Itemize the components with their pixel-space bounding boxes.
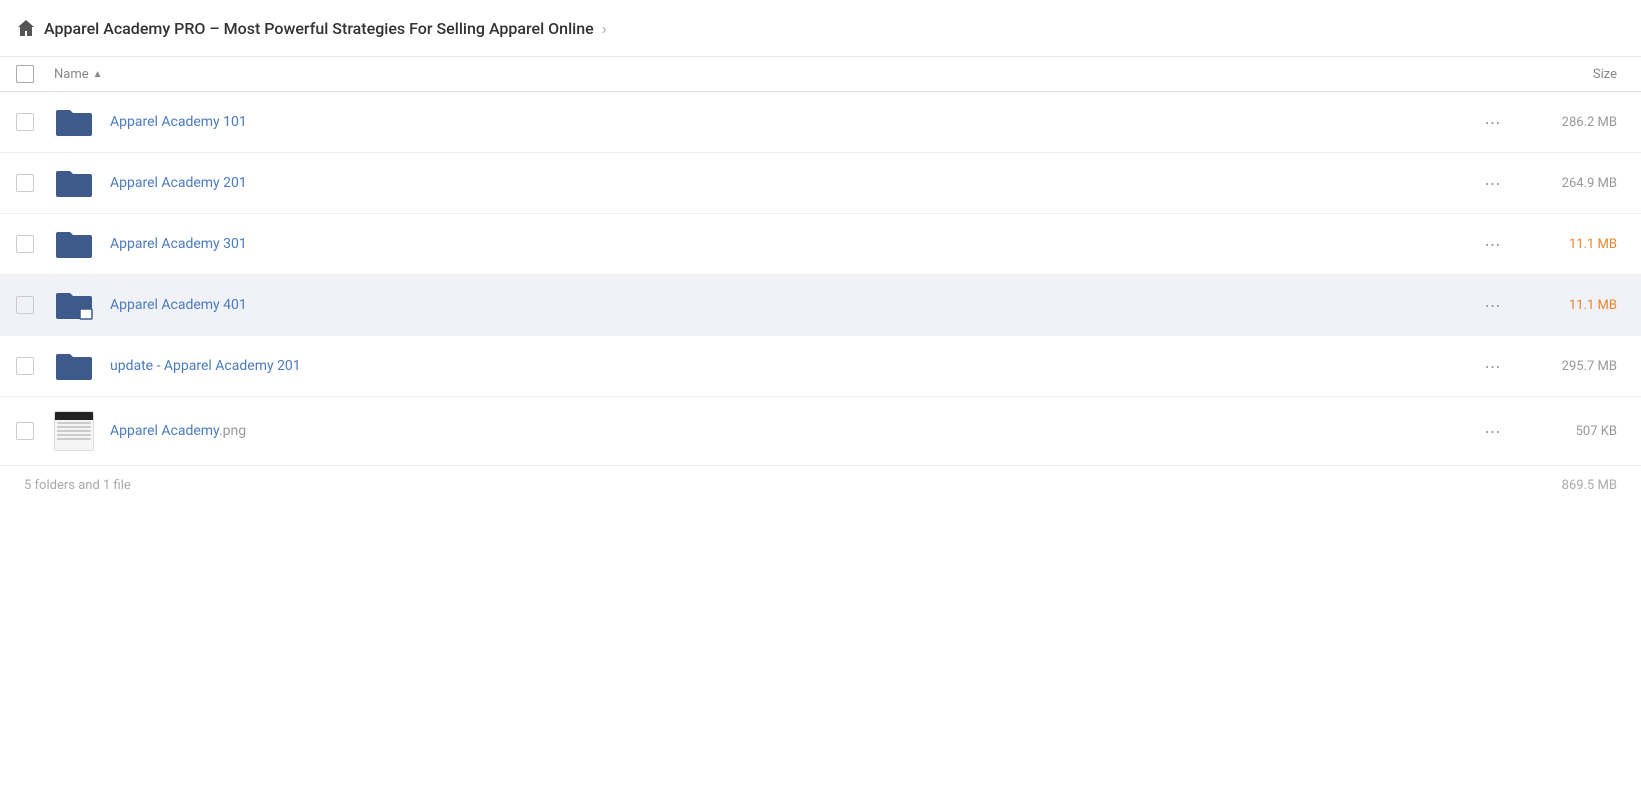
file-name: Apparel Academy.png: [110, 423, 1477, 439]
select-all-checkbox[interactable]: [16, 65, 34, 83]
folder-icon: [54, 106, 94, 138]
file-size: 295.7 MB: [1517, 359, 1617, 374]
file-size: 264.9 MB: [1517, 176, 1617, 191]
file-size: 507 KB: [1517, 424, 1617, 439]
list-item[interactable]: Apparel Academy 201⋯ 264.9 MB: [0, 153, 1641, 214]
file-list: Apparel Academy 101⋯286.2 MB Apparel Aca…: [0, 92, 1641, 466]
file-size: 11.1 MB: [1517, 237, 1617, 252]
name-column-header[interactable]: Name ▲: [54, 67, 1517, 82]
more-options-button[interactable]: ⋯: [1477, 350, 1509, 382]
file-name: Apparel Academy 301: [110, 236, 1477, 252]
folder-icon: [54, 167, 94, 199]
folder-icon: [54, 350, 94, 382]
file-size: 286.2 MB: [1517, 115, 1617, 130]
size-column-header: Size: [1517, 67, 1617, 82]
row-checkbox[interactable]: [16, 296, 34, 314]
row-checkbox[interactable]: [16, 174, 34, 192]
footer: 5 folders and 1 file 869.5 MB: [0, 466, 1641, 505]
more-options-button[interactable]: ⋯: [1477, 167, 1509, 199]
more-options-button[interactable]: ⋯: [1477, 106, 1509, 138]
more-options-button[interactable]: ⋯: [1477, 415, 1509, 447]
row-checkbox[interactable]: [16, 235, 34, 253]
list-item[interactable]: update - Apparel Academy 201⋯ 295.7 MB: [0, 336, 1641, 397]
footer-total-size: 869.5 MB: [1562, 478, 1617, 493]
row-checkbox[interactable]: [16, 357, 34, 375]
file-name: Apparel Academy 201: [110, 175, 1477, 191]
row-checkbox[interactable]: [16, 422, 34, 440]
more-options-button[interactable]: ⋯: [1477, 228, 1509, 260]
file-name: Apparel Academy 401: [110, 297, 1477, 313]
file-size: 11.1 MB: [1517, 298, 1617, 313]
file-name: Apparel Academy 101: [110, 114, 1477, 130]
file-icon: [54, 411, 94, 451]
breadcrumb: Apparel Academy PRO – Most Powerful Stra…: [0, 0, 1641, 57]
breadcrumb-chevron-icon: ›: [602, 19, 607, 38]
folder-icon: [54, 228, 94, 260]
folder-icon: [54, 289, 94, 321]
list-item[interactable]: Apparel Academy 301⋯ 11.1 MB: [0, 214, 1641, 275]
home-icon[interactable]: [16, 18, 36, 38]
list-item[interactable]: Apparel Academy 101⋯ 286.2 MB: [0, 92, 1641, 153]
list-item[interactable]: Apparel Academy 401⋯ 11.1 MB: [0, 275, 1641, 336]
file-name: update - Apparel Academy 201: [110, 358, 1477, 374]
row-checkbox[interactable]: [16, 113, 34, 131]
breadcrumb-title: Apparel Academy PRO – Most Powerful Stra…: [44, 19, 594, 38]
list-item[interactable]: Apparel Academy.png⋯ 507 KB: [0, 397, 1641, 466]
table-header: Name ▲ Size: [0, 57, 1641, 92]
more-options-button[interactable]: ⋯: [1477, 289, 1509, 321]
footer-summary: 5 folders and 1 file: [24, 478, 131, 493]
sort-arrow-icon: ▲: [93, 69, 103, 80]
